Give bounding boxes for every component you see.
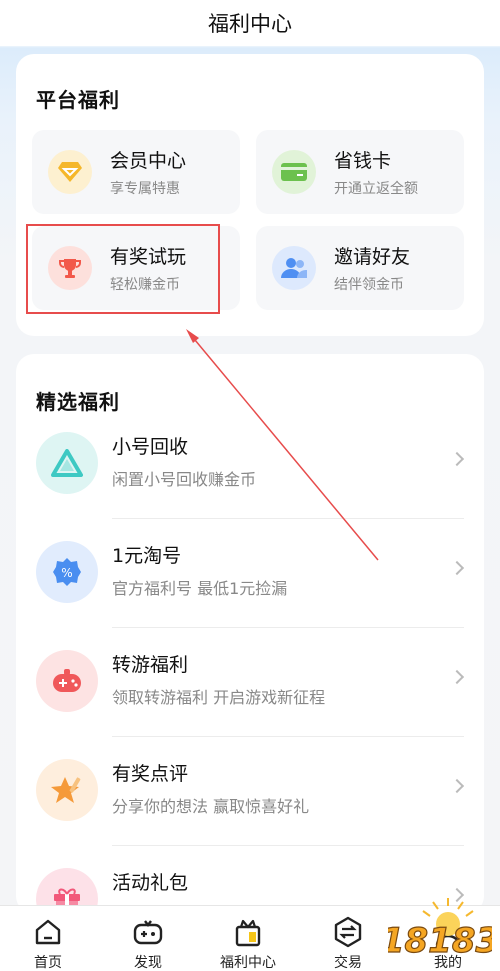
- chevron-right-icon: [449, 778, 465, 794]
- list-item-title: 有奖点评: [112, 763, 189, 785]
- list-item-title: 活动礼包: [112, 872, 189, 894]
- tab-label: 交易: [334, 955, 362, 971]
- chevron-right-icon: [449, 669, 465, 685]
- selected-welfare-card: 精选福利 NGJU 小号回收 闲置小号回收赚金币 % 1元淘号 官方福利号 最低…: [16, 354, 484, 930]
- tab-welfare-center[interactable]: 福利中心: [208, 914, 288, 971]
- gift-box-icon: [235, 919, 261, 947]
- platform-section-label: 平台福利: [36, 88, 120, 112]
- tile-subtitle: 结伴领金币: [334, 277, 404, 293]
- exchange-icon: [334, 916, 362, 948]
- tab-label: 首页: [34, 955, 62, 971]
- tile-title: 省钱卡: [334, 150, 392, 172]
- list-item-subtitle: 闲置小号回收赚金币: [112, 470, 257, 489]
- tile-title: 邀请好友: [334, 246, 411, 268]
- annotation-highlight-box: [26, 224, 220, 314]
- tile-subtitle: 开通立返全额: [334, 181, 418, 197]
- recycle-icon: [36, 432, 98, 494]
- gamepad-icon: [36, 650, 98, 712]
- tab-label: 福利中心: [220, 955, 276, 971]
- gamepad-icon: [133, 920, 163, 945]
- diamond-icon: [48, 150, 92, 194]
- page-title: 福利中心: [0, 0, 500, 46]
- list-item-subtitle: 分享你的想法 赢取惊喜好礼: [112, 797, 310, 816]
- list-item-subtitle: 领取转游福利 开启游戏新征程: [112, 688, 326, 707]
- card-icon: [272, 150, 316, 194]
- home-icon: [35, 919, 61, 945]
- tab-discover[interactable]: 发现: [108, 914, 188, 971]
- watermark-logo: 18183: [388, 898, 492, 962]
- platform-section-title: 平台福利 NGJU: [36, 84, 151, 113]
- tab-trade[interactable]: 交易: [308, 914, 388, 971]
- tile-savings-card[interactable]: 省钱卡 开通立返全额: [256, 130, 464, 214]
- chevron-right-icon: [449, 451, 465, 467]
- list-item-account-recycle[interactable]: 小号回收 闲置小号回收赚金币: [16, 410, 484, 519]
- tile-subtitle: 享专属特惠: [110, 181, 180, 197]
- tile-member-center[interactable]: 会员中心 享专属特惠: [32, 130, 240, 214]
- list-item-one-yuan-account[interactable]: % 1元淘号 官方福利号 最低1元捡漏: [16, 519, 484, 628]
- percent-badge-icon: %: [36, 541, 98, 603]
- list-item-title: 小号回收: [112, 436, 189, 458]
- tile-title: 会员中心: [110, 150, 187, 172]
- tab-home[interactable]: 首页: [8, 914, 88, 971]
- list-item-title: 1元淘号: [112, 545, 182, 567]
- users-icon: [272, 246, 316, 290]
- watermark-text: 18183: [388, 921, 492, 961]
- list-item-subtitle: 官方福利号 最低1元捡漏: [112, 579, 288, 598]
- svg-text:%: %: [61, 566, 72, 580]
- star-pen-icon: [36, 759, 98, 821]
- list-item-transfer-welfare[interactable]: 转游福利 领取转游福利 开启游戏新征程: [16, 628, 484, 737]
- chevron-right-icon: [449, 560, 465, 576]
- list-item-reward-review[interactable]: 有奖点评 分享你的想法 赢取惊喜好礼: [16, 737, 484, 846]
- list-item-title: 转游福利: [112, 654, 189, 676]
- tile-invite-friends[interactable]: 邀请好友 结伴领金币: [256, 226, 464, 310]
- tab-label: 发现: [134, 955, 162, 971]
- welfare-center-page: 福利中心 平台福利 NGJU 会员中心 享专属特惠 省钱卡 开通立返全额 有奖试…: [0, 0, 500, 971]
